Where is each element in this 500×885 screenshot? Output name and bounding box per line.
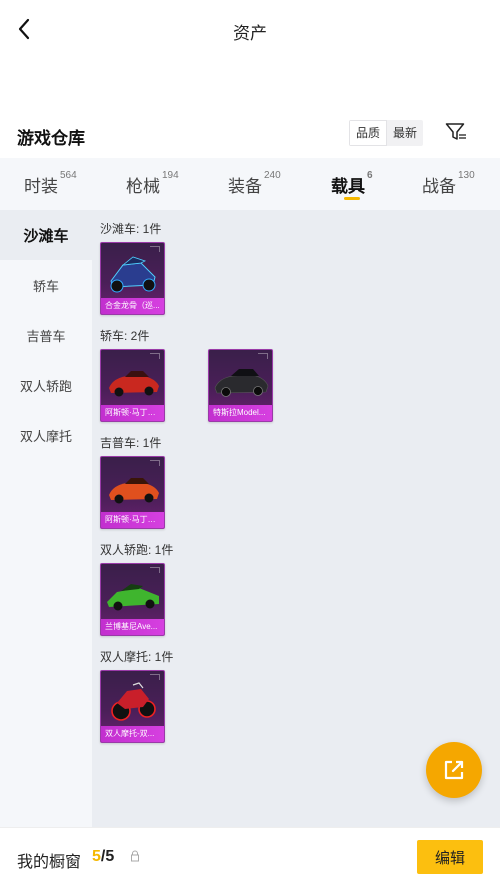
group-title-jeep: 吉普车: 1件 <box>100 436 162 450</box>
red-sedan-image <box>109 371 159 397</box>
tab-count: 6 <box>367 170 373 181</box>
vehicle-name: 兰博基尼Ave... <box>101 619 164 635</box>
orange-car-image <box>109 478 159 504</box>
sort-quality-option[interactable]: 品质 <box>349 120 388 146</box>
subcategory-sidebar: 沙滩车 轿车 吉普车 双人轿跑 双人摩托 <box>0 210 92 827</box>
buggy-image <box>110 256 156 293</box>
filter-button[interactable] <box>444 120 468 144</box>
vehicle-card[interactable]: 合金龙骨（巡... <box>100 242 165 315</box>
warehouse-header: 游戏仓库 品质 最新 <box>0 118 500 154</box>
tab-count: 240 <box>264 170 281 181</box>
vehicle-card[interactable]: 双人摩托-双... <box>100 670 165 743</box>
sidebar-item-jeep[interactable]: 吉普车 <box>0 310 92 360</box>
tab-label: 时装 <box>24 177 58 196</box>
vehicle-card[interactable]: 阿斯顿·马丁D... <box>100 456 165 529</box>
tab-supplies[interactable]: 战备130 <box>422 170 475 197</box>
sidebar-item-beach-buggy[interactable]: 沙滩车 <box>0 210 92 260</box>
tab-label: 枪械 <box>126 177 160 196</box>
vehicle-card[interactable]: 特斯拉Model... <box>208 349 273 422</box>
share-button[interactable] <box>426 742 482 798</box>
group-title-motorcycle: 双人摩托: 1件 <box>100 650 174 664</box>
warehouse-title: 游戏仓库 <box>17 129 85 148</box>
category-tabs: 时装564 枪械194 装备240 载具6 战备130 <box>0 158 500 210</box>
tab-count: 130 <box>458 170 475 181</box>
sidebar-item-sedan[interactable]: 轿车 <box>0 260 92 310</box>
tab-guns[interactable]: 枪械194 <box>126 170 179 197</box>
showcase-bar: 我的橱窗 5/5 编辑 <box>0 827 500 885</box>
group-title-beach-buggy: 沙滩车: 1件 <box>100 222 162 236</box>
vehicle-name: 双人摩托-双... <box>101 726 164 742</box>
active-tab-indicator <box>344 197 360 200</box>
vehicle-card[interactable]: 阿斯顿·马丁D... <box>100 349 165 422</box>
group-title-coupe: 双人轿跑: 1件 <box>100 543 174 557</box>
tab-fashion[interactable]: 时装564 <box>24 170 77 197</box>
tab-label: 装备 <box>228 177 262 196</box>
vehicle-card[interactable]: 兰博基尼Ave... <box>100 563 165 636</box>
black-sedan-image <box>214 369 269 397</box>
motorcycle-image <box>111 682 156 721</box>
filter-icon <box>445 123 466 140</box>
page-title: 资产 <box>233 24 267 43</box>
group-title-sedan: 轿车: 2件 <box>100 329 150 343</box>
showcase-total: 5 <box>105 848 115 865</box>
header: 资产 <box>0 0 500 60</box>
vehicle-name: 合金龙骨（巡... <box>101 298 164 314</box>
share-out-icon <box>444 760 464 780</box>
tab-count: 194 <box>162 170 179 181</box>
sort-toggle: 品质 最新 <box>349 120 424 146</box>
showcase-current: 5 <box>92 848 101 865</box>
tab-count: 564 <box>60 170 77 181</box>
tab-equipment[interactable]: 装备240 <box>228 170 281 197</box>
sidebar-item-coupe[interactable]: 双人轿跑 <box>0 360 92 410</box>
tab-label: 战备 <box>422 177 456 196</box>
sidebar-item-motorcycle[interactable]: 双人摩托 <box>0 410 92 460</box>
tab-vehicles[interactable]: 载具6 <box>331 170 373 197</box>
green-coupe-image <box>107 584 159 611</box>
edit-button[interactable]: 编辑 <box>417 840 483 874</box>
vehicle-list: 沙滩车: 1件 合金龙骨（巡... 轿车: 2件 阿斯顿·马丁D... 特斯拉M… <box>92 210 500 827</box>
showcase-label: 我的橱窗 <box>17 854 82 871</box>
tab-label: 载具 <box>331 177 365 196</box>
vehicle-name: 阿斯顿·马丁D... <box>101 512 164 528</box>
sort-newest-option[interactable]: 最新 <box>387 120 423 146</box>
lock-icon <box>131 850 139 862</box>
vehicle-name: 特斯拉Model... <box>209 405 272 421</box>
showcase-count: 5/5 <box>92 848 114 866</box>
vehicle-name: 阿斯顿·马丁D... <box>101 405 164 421</box>
